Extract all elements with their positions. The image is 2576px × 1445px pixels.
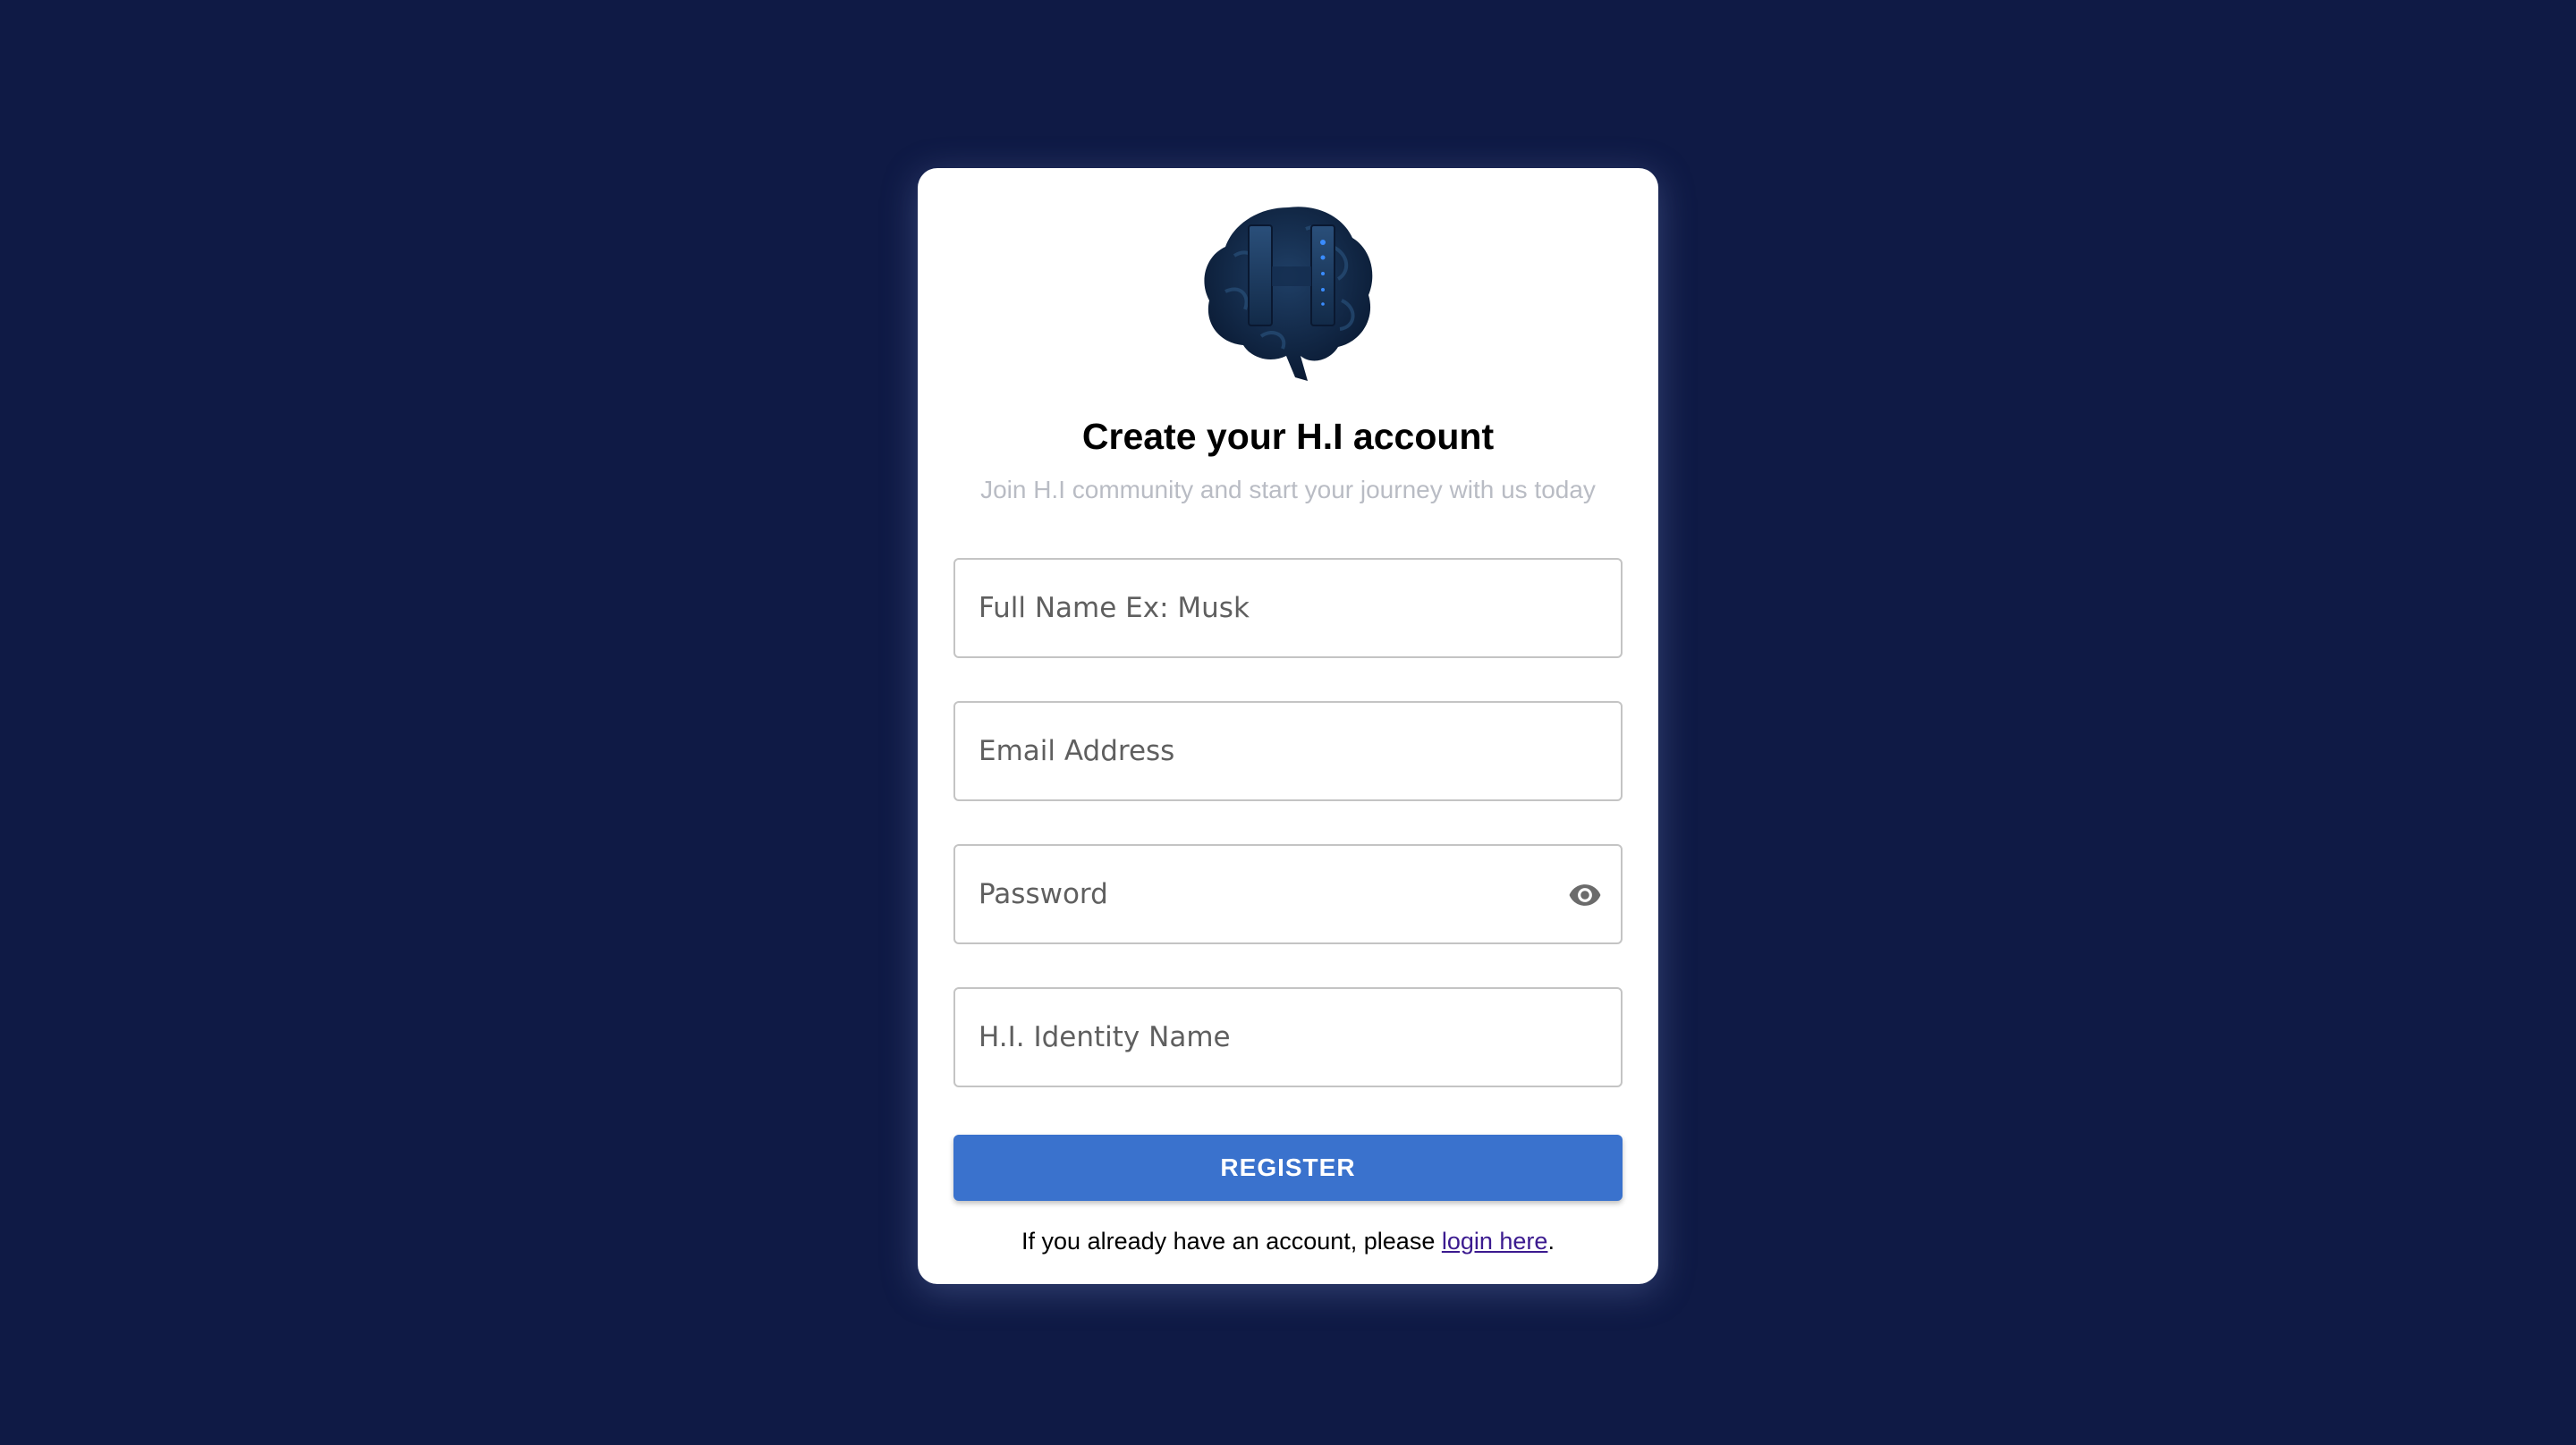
identity-name-input[interactable] bbox=[955, 989, 1621, 1086]
full-name-field bbox=[953, 558, 1623, 658]
password-input[interactable] bbox=[955, 846, 1621, 942]
login-prompt-suffix: . bbox=[1547, 1228, 1555, 1255]
login-prompt-text: If you already have an account, please bbox=[1021, 1228, 1442, 1255]
password-field bbox=[953, 844, 1623, 944]
login-prompt: If you already have an account, please l… bbox=[918, 1223, 1658, 1259]
register-card: Create your H.I account Join H.I communi… bbox=[918, 168, 1658, 1284]
full-name-input[interactable] bbox=[955, 560, 1621, 656]
email-field bbox=[953, 701, 1623, 801]
login-link[interactable]: login here bbox=[1442, 1228, 1548, 1255]
email-input[interactable] bbox=[955, 703, 1621, 799]
page-title: Create your H.I account bbox=[1081, 416, 1495, 457]
identity-name-field bbox=[953, 987, 1623, 1087]
register-button[interactable]: REGISTER bbox=[953, 1135, 1623, 1201]
brain-logo-icon bbox=[1204, 207, 1373, 381]
page-subtitle: Join H.I community and start your journe… bbox=[980, 476, 1596, 503]
eye-icon[interactable] bbox=[1565, 878, 1605, 912]
